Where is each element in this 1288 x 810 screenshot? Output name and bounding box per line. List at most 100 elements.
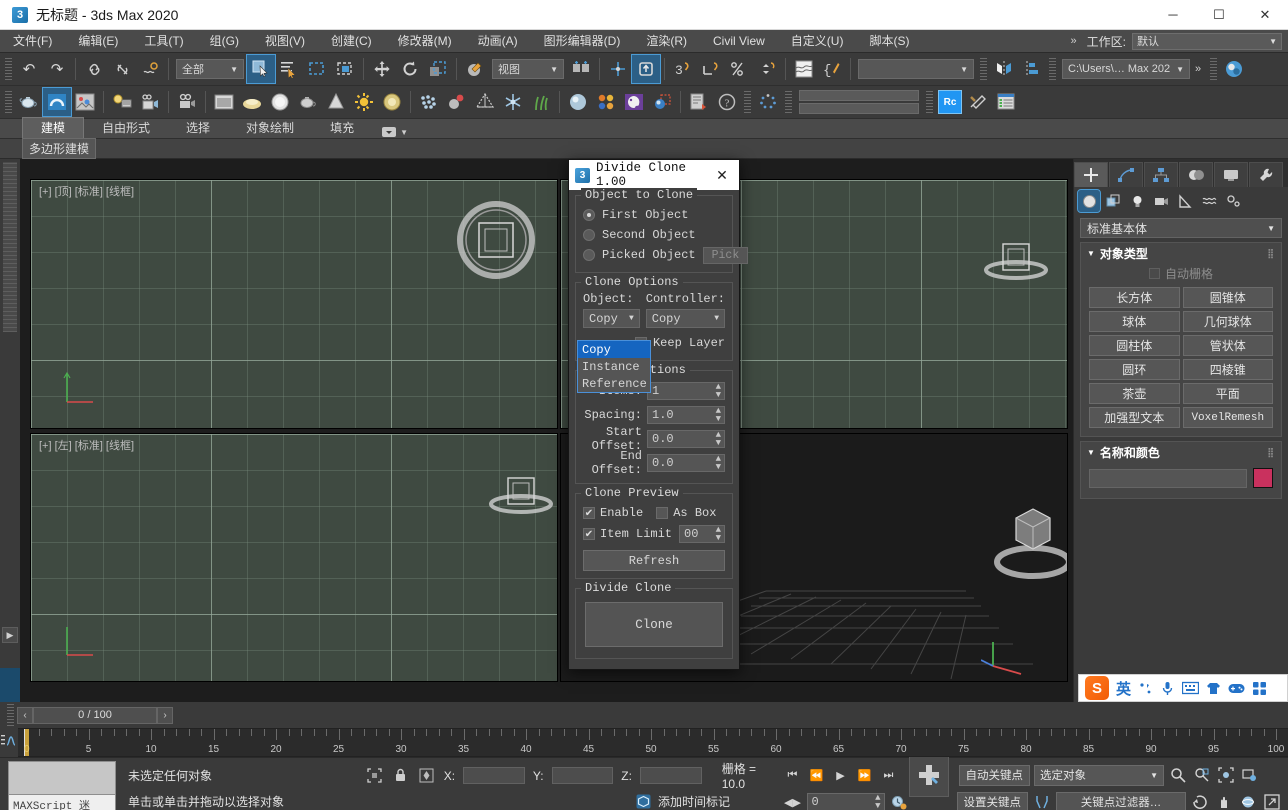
object-button-text-plus[interactable]: 加强型文本 <box>1089 407 1180 428</box>
viewport-left-label[interactable]: [+] [左] [标准] [线框] <box>39 437 134 453</box>
object-button-torus[interactable]: 圆环 <box>1089 359 1180 380</box>
menu-overflow-icon[interactable]: » <box>1071 35 1081 47</box>
punctuation-icon[interactable] <box>1138 681 1153 696</box>
refresh-button[interactable]: Refresh <box>583 550 725 571</box>
maximize-viewport-toggle-icon[interactable] <box>1262 792 1282 810</box>
select-object-icon[interactable] <box>247 55 275 83</box>
hierarchy-tab[interactable] <box>1144 162 1178 187</box>
left-strip-grip[interactable] <box>3 162 17 332</box>
teapot-object-icon[interactable] <box>294 88 322 116</box>
key-mode-toggle-icon[interactable]: ◀▶ <box>783 792 803 810</box>
close-button[interactable]: ✕ <box>1242 0 1288 30</box>
ribbon-tab-modeling[interactable]: 建模 <box>22 117 84 138</box>
workspace-combo[interactable]: 默认 ▼ <box>1132 33 1282 50</box>
zoom-all-icon[interactable] <box>1192 765 1212 785</box>
ime-toolbar[interactable]: S 英 <box>1078 674 1288 702</box>
field-spacing[interactable]: Spacing: 1.0 ▲▼ <box>583 404 725 425</box>
toolbar-grip[interactable] <box>785 89 792 115</box>
menu-create[interactable]: 创建(C) <box>318 30 385 53</box>
category-combo[interactable]: 标准基本体 ▼ <box>1080 218 1282 238</box>
angle-snap-icon[interactable] <box>697 55 725 83</box>
pick-button[interactable]: Pick <box>703 247 749 264</box>
maxscript-output-pane[interactable] <box>9 762 115 795</box>
snaps-3d-icon[interactable]: 3 <box>669 55 697 83</box>
frame-display[interactable]: 0 / 100 <box>33 707 157 724</box>
play-animation-icon[interactable]: ▶ <box>831 765 851 785</box>
recap-icon[interactable]: Rc <box>936 88 964 116</box>
collapse-triangle-icon[interactable]: ▼ <box>1087 249 1095 258</box>
geometry-icon[interactable] <box>1078 190 1100 212</box>
create-tab[interactable] <box>1074 162 1108 187</box>
toolbar-grip[interactable] <box>5 89 12 115</box>
object-button-teapot[interactable]: 茶壶 <box>1089 383 1180 404</box>
item-limit-checkbox[interactable]: ✔ <box>583 528 595 540</box>
viewport-top[interactable]: [+] [顶] [标准] [线框] <box>30 179 558 429</box>
spinner-arrows-icon[interactable]: ▲▼ <box>716 455 721 471</box>
add-time-tag-label[interactable]: 添加时间标记 <box>658 793 730 810</box>
absolute-relative-transform-icon[interactable] <box>418 767 436 785</box>
spinner-arrows-icon[interactable]: ▲▼ <box>716 526 721 542</box>
orbit-icon[interactable] <box>1190 792 1210 810</box>
radio-second-object-icon[interactable] <box>583 229 595 241</box>
prev-frame-button[interactable]: ‹ <box>17 707 33 724</box>
toolbar-grip[interactable] <box>5 56 12 82</box>
teapot-preset-icon[interactable] <box>15 88 43 116</box>
minimize-button[interactable]: ─ <box>1150 0 1196 30</box>
sogou-logo-icon[interactable]: S <box>1085 676 1109 700</box>
space-warps-icon[interactable] <box>1198 190 1220 212</box>
menu-customize[interactable]: 自定义(U) <box>778 30 857 53</box>
enable-checkbox[interactable]: ✔ <box>583 507 595 519</box>
mirror-icon[interactable] <box>790 55 818 83</box>
selection-lock-region-icon[interactable] <box>366 767 384 785</box>
ime-mode-label[interactable]: 英 <box>1116 678 1131 699</box>
tools-icon[interactable] <box>964 88 992 116</box>
dropdown-option-reference[interactable]: Reference <box>578 375 650 392</box>
foliage-icon[interactable] <box>527 88 555 116</box>
controller-clone-type-combo[interactable]: Copy ▼ <box>646 309 725 328</box>
select-and-scale-icon[interactable] <box>424 55 452 83</box>
ribbon-tab-selection[interactable]: 选择 <box>168 118 228 138</box>
select-and-move-icon[interactable] <box>368 55 396 83</box>
motion-tab[interactable] <box>1179 162 1213 187</box>
redo-icon[interactable]: ↷ <box>43 55 71 83</box>
divide-clone-dialog[interactable]: 3 Divide Clone 1.00 ✕ Object to Clone Fi… <box>568 159 740 670</box>
key-filters-button[interactable]: 关键点过滤器… <box>1056 792 1186 810</box>
set-key-button[interactable]: 设置关键点 <box>957 792 1029 810</box>
item-limit-spinner[interactable]: 00 ▲▼ <box>679 525 725 543</box>
menu-file[interactable]: 文件(F) <box>0 30 65 53</box>
select-and-rotate-icon[interactable] <box>396 55 424 83</box>
field-end-offset[interactable]: End Offset: 0.0 ▲▼ <box>583 452 725 473</box>
toolbar-grip[interactable] <box>980 56 987 82</box>
timeline-grip[interactable] <box>7 702 14 728</box>
arc-rotate-preset-icon[interactable] <box>43 88 71 116</box>
menu-tools[interactable]: 工具(T) <box>131 30 196 53</box>
radio-row-picked-object[interactable]: Picked Object Pick <box>583 245 725 265</box>
viewport-top-label[interactable]: [+] [顶] [标准] [线框] <box>39 183 134 199</box>
dropdown-option-copy[interactable]: Copy <box>578 341 650 358</box>
next-frame-button[interactable]: › <box>157 707 173 724</box>
script-quick-fields[interactable] <box>799 90 919 114</box>
daylight-system-icon[interactable] <box>238 88 266 116</box>
menu-group[interactable]: 组(G) <box>197 30 252 53</box>
as-box-checkbox[interactable] <box>656 507 668 519</box>
select-and-manipulate-icon[interactable] <box>604 55 632 83</box>
lights-icon[interactable] <box>1126 190 1148 212</box>
help-icon[interactable]: ? <box>713 88 741 116</box>
select-and-link-icon[interactable] <box>80 55 108 83</box>
use-pivot-point-center-icon[interactable] <box>567 55 595 83</box>
apps-icon[interactable] <box>1252 681 1267 696</box>
ribbon-tab-object-paint[interactable]: 对象绘制 <box>228 118 312 138</box>
spinner-arrows-icon[interactable]: ▲▼ <box>716 407 721 423</box>
sunlight-icon[interactable] <box>350 88 378 116</box>
particle-flow-icon[interactable] <box>443 88 471 116</box>
previous-frame-icon[interactable]: ⏪ <box>807 765 827 785</box>
rollout-header-object-type[interactable]: ▼ 对象类型 ⣿ <box>1081 243 1281 263</box>
ribbon-panel-poly-modeling[interactable]: 多边形建模 <box>22 138 96 159</box>
named-selection-set-combo[interactable]: ▼ <box>858 59 974 79</box>
material-assign-icon[interactable] <box>648 88 676 116</box>
menu-civil-view[interactable]: Civil View <box>700 30 778 53</box>
zoom-icon[interactable] <box>1168 765 1188 785</box>
zoom-extents-icon[interactable] <box>1216 765 1236 785</box>
render-production-icon[interactable] <box>685 88 713 116</box>
selection-filter-combo[interactable]: 全部 ▼ <box>176 59 244 79</box>
